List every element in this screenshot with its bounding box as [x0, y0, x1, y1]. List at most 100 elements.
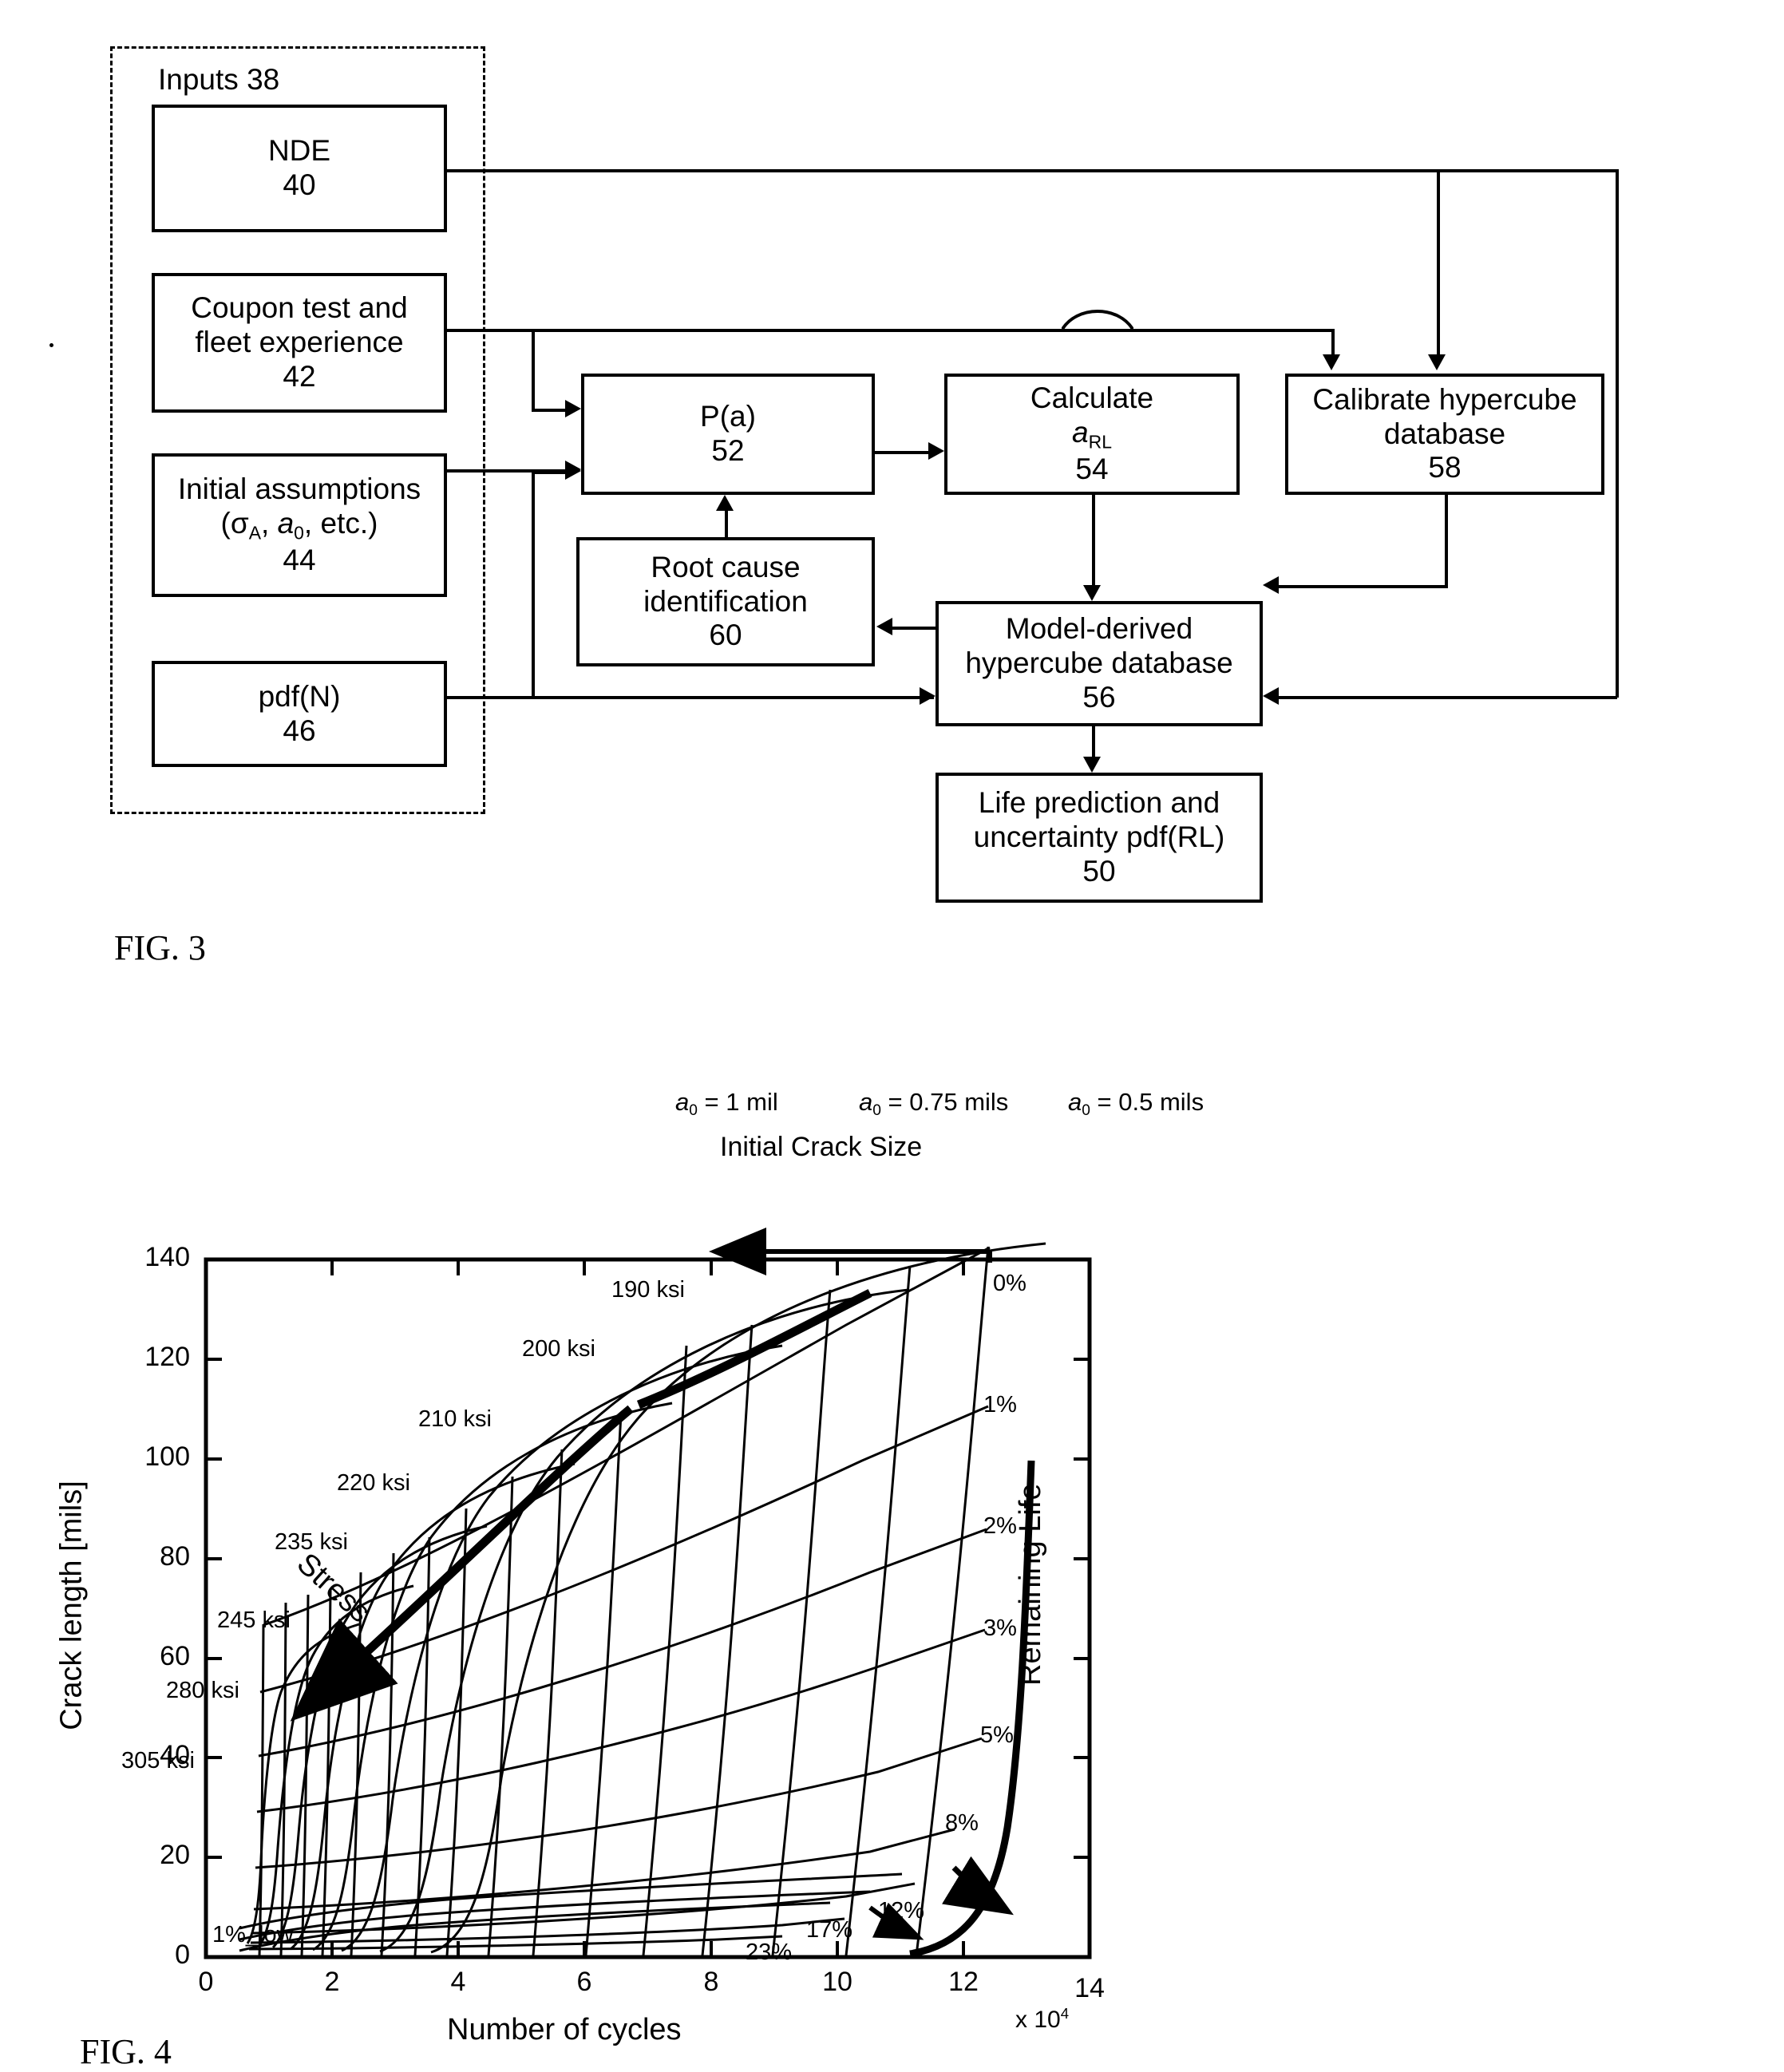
remaining-life-label-3: 3% [983, 1615, 1017, 1641]
arrowhead-coupon-into-pa [565, 400, 581, 417]
a0-rest-2: = 0.5 mils [1090, 1088, 1204, 1116]
figure-3-caption: FIG. 3 [114, 928, 206, 967]
x-tick-label-6: 6 [576, 1967, 592, 1997]
box-calibrate-ref: 58 [1428, 451, 1462, 484]
x-tick-label-14: 14 [1074, 1973, 1105, 2003]
inputs-group-label: Inputs 38 [158, 63, 280, 96]
figure-4-chart: Crack length [mils] Number of cycles x 1… [0, 1062, 1784, 2071]
box-calculate-ref: 54 [1075, 452, 1109, 485]
box-nde-ref: 40 [283, 168, 316, 201]
box-initial-assumptions: Initial assumptions (σA, a0, etc.) 44 [152, 453, 447, 597]
conn-coupon-down-to-58 [1331, 329, 1335, 354]
crack-growth-plot [204, 1228, 1092, 1959]
box-p-of-a: P(a) 52 [581, 374, 875, 495]
figure-4-caption: FIG. 4 [80, 2032, 172, 2071]
arrowhead-calculate-into-56 [1083, 585, 1101, 601]
conn-coupon-into-pa [532, 409, 567, 412]
box-initial-l2-sub2: 0 [294, 522, 304, 544]
remaining-life-label-0: 0% [993, 1271, 1026, 1296]
box-model-derived-line1: Model-derived [1005, 612, 1193, 646]
box-initial-line2: (σA, a0, etc.) [221, 507, 378, 544]
x-axis-exponent-power: 4 [1060, 2005, 1070, 2022]
arrowhead-pdfn-into-pa [565, 462, 581, 480]
box-coupon-test: Coupon test and fleet experience 42 [152, 273, 447, 413]
arrowhead-nde-into-58 [1428, 354, 1446, 370]
box-calculate-arl: Calculate aRL 54 [944, 374, 1240, 495]
box-p-of-a-ref: 52 [711, 434, 745, 467]
box-initial-l2-sub1: A [248, 522, 262, 544]
arrowhead-pdfn-into-56 [920, 687, 936, 705]
x-axis-exponent: x 104 [1015, 2005, 1069, 2034]
stress-label-305: 305 ksi [121, 1748, 195, 1773]
box-calibrate-hypercube: Calibrate hypercube database 58 [1285, 374, 1604, 495]
box-coupon-ref: 42 [283, 359, 316, 393]
box-root-cause: Root cause identification 60 [576, 537, 875, 666]
stress-label-190: 190 ksi [611, 1277, 685, 1303]
a0-rest-0: = 1 mil [697, 1088, 778, 1116]
conn-nde-right [445, 169, 1619, 172]
a0-sub-0: 0 [689, 1102, 698, 1120]
stress-label-280: 280 ksi [166, 1678, 239, 1703]
y-tick-label-60: 60 [160, 1641, 190, 1671]
conn-coupon-right [445, 329, 1331, 332]
box-model-derived-hypercube: Model-derived hypercube database 56 [936, 601, 1263, 726]
remaining-life-label-1: 1% [983, 1392, 1017, 1418]
x-axis-exponent-base: x 10 [1015, 2007, 1061, 2033]
conn-coupon-down-to-pa [532, 329, 535, 409]
box-coupon-line2: fleet experience [195, 326, 404, 359]
stress-label-200: 200 ksi [522, 1336, 595, 1362]
arrowhead-56-to-rootcause [876, 618, 892, 635]
conn-pdfn-into-pa [532, 471, 567, 474]
stray-dot [49, 343, 53, 347]
conn-nde-down-to-58 [1437, 169, 1440, 354]
box-nde: NDE 40 [152, 105, 447, 232]
x-tick-label-2: 2 [324, 1967, 340, 1997]
y-tick-label-0: 0 [175, 1940, 190, 1970]
box-initial-l2-pre: (σ [220, 507, 249, 540]
box-nde-line1: NDE [267, 134, 331, 168]
a0-var-0: a [675, 1088, 690, 1116]
initial-crack-size-label: Initial Crack Size [720, 1132, 923, 1162]
initial-crack-size-item-2: a0 = 0.5 mils [1068, 1088, 1204, 1120]
stress-label-210: 210 ksi [418, 1406, 492, 1432]
box-life-pred-line2: uncertainty pdf(RL) [973, 820, 1225, 854]
arrowhead-coupon-into-58 [1323, 354, 1340, 370]
conn-calibrate-down [1445, 493, 1448, 585]
box-calculate-line2: aRL [1072, 416, 1112, 453]
box-initial-l2-post: , etc.) [303, 507, 378, 540]
conn-56-to-rootcause [891, 627, 937, 630]
box-calculate-sub: RL [1088, 431, 1112, 453]
arrowhead-nde-into-56 [1263, 687, 1279, 705]
x-tick-label-8: 8 [703, 1967, 719, 1997]
y-tick-label-20: 20 [160, 1840, 190, 1870]
box-root-cause-line2: identification [643, 584, 808, 618]
box-calculate-line1: Calculate [1030, 382, 1154, 415]
y-tick-label-140: 140 [144, 1242, 190, 1272]
remaining-life-label-17: 17% [806, 1917, 853, 1943]
remaining-life-label-1-low: 1%_low [212, 1922, 294, 1947]
a0-sub-1: 0 [872, 1102, 881, 1120]
box-root-cause-ref: 60 [709, 619, 742, 652]
initial-crack-size-item-0: a0 = 1 mil [675, 1088, 778, 1120]
arrowhead-calibrate-into-56 [1263, 576, 1279, 594]
box-initial-l2-mid: , [261, 507, 278, 540]
box-model-derived-line2: hypercube database [965, 647, 1233, 680]
box-pdf-n-ref: 46 [283, 714, 316, 747]
box-pdf-n: pdf(N) 46 [152, 661, 447, 767]
conn-pa-to-calculate [873, 451, 929, 454]
arrowhead-pa-to-calculate [928, 442, 944, 460]
arrowhead-rootcause-into-pa [716, 495, 734, 511]
box-life-pred-ref: 50 [1082, 854, 1116, 888]
box-p-of-a-line1: P(a) [700, 400, 756, 433]
x-tick-label-10: 10 [822, 1967, 852, 1997]
box-calculate-var: a [1072, 416, 1089, 449]
box-life-pred-line1: Life prediction and [978, 786, 1220, 820]
conn-calculate-down [1092, 493, 1095, 585]
arrowhead-56-to-lifepred [1083, 757, 1101, 773]
box-initial-l2-var: a [277, 507, 295, 540]
box-life-prediction: Life prediction and uncertainty pdf(RL) … [936, 773, 1263, 903]
conn-calibrate-into-56 [1277, 585, 1448, 588]
remaining-life-label-2: 2% [983, 1513, 1017, 1539]
conn-pdfn-up [532, 471, 535, 698]
a0-var-2: a [1068, 1088, 1082, 1116]
